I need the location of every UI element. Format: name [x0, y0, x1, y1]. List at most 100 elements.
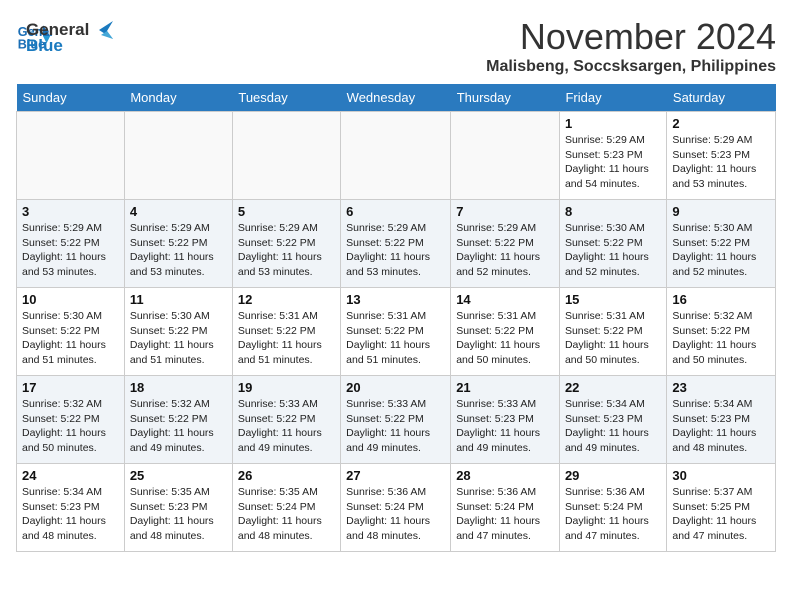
calendar-cell — [341, 112, 451, 200]
day-info: Sunrise: 5:32 AM Sunset: 5:22 PM Dayligh… — [672, 309, 770, 368]
day-info: Sunrise: 5:33 AM Sunset: 5:22 PM Dayligh… — [238, 397, 335, 456]
day-number: 24 — [22, 468, 119, 483]
day-number: 9 — [672, 204, 770, 219]
day-number: 23 — [672, 380, 770, 395]
day-info: Sunrise: 5:30 AM Sunset: 5:22 PM Dayligh… — [565, 221, 661, 280]
title-block: November 2024 Malisbeng, Soccsksargen, P… — [486, 16, 776, 76]
week-row-3: 10Sunrise: 5:30 AM Sunset: 5:22 PM Dayli… — [17, 288, 776, 376]
weekday-header-wednesday: Wednesday — [341, 84, 451, 112]
day-number: 22 — [565, 380, 661, 395]
calendar-cell: 1 Sunrise: 5:29 AM Sunset: 5:23 PM Daylig… — [559, 112, 666, 200]
day-number: 2 — [672, 116, 770, 131]
day-number: 21 — [456, 380, 554, 395]
calendar-table: SundayMondayTuesdayWednesdayThursdayFrid… — [16, 84, 776, 552]
day-info: Sunrise: 5:29 AM Sunset: 5:22 PM Dayligh… — [22, 221, 119, 280]
calendar-cell: 18 Sunrise: 5:32 AM Sunset: 5:22 PM Dayli… — [124, 376, 232, 464]
day-info: Sunrise: 5:33 AM Sunset: 5:22 PM Dayligh… — [346, 397, 445, 456]
day-number: 3 — [22, 204, 119, 219]
calendar-cell: 6 Sunrise: 5:29 AM Sunset: 5:22 PM Daylig… — [341, 200, 451, 288]
day-info: Sunrise: 5:30 AM Sunset: 5:22 PM Dayligh… — [130, 309, 227, 368]
day-number: 16 — [672, 292, 770, 307]
day-number: 12 — [238, 292, 335, 307]
page-header: General Blue General Blue November 2024 … — [16, 16, 776, 76]
calendar-cell: 8 Sunrise: 5:30 AM Sunset: 5:22 PM Daylig… — [559, 200, 666, 288]
month-title: November 2024 — [486, 16, 776, 58]
calendar-cell: 2 Sunrise: 5:29 AM Sunset: 5:23 PM Daylig… — [667, 112, 776, 200]
day-number: 30 — [672, 468, 770, 483]
weekday-header-saturday: Saturday — [667, 84, 776, 112]
calendar-cell: 24 Sunrise: 5:34 AM Sunset: 5:23 PM Dayli… — [17, 464, 125, 552]
calendar-cell: 5Sunrise: 5:29 AM Sunset: 5:22 PM Daylig… — [232, 200, 340, 288]
calendar-cell — [232, 112, 340, 200]
day-info: Sunrise: 5:34 AM Sunset: 5:23 PM Dayligh… — [565, 397, 661, 456]
calendar-cell: 28 Sunrise: 5:36 AM Sunset: 5:24 PM Dayli… — [451, 464, 560, 552]
day-info: Sunrise: 5:35 AM Sunset: 5:23 PM Dayligh… — [130, 485, 227, 544]
day-info: Sunrise: 5:36 AM Sunset: 5:24 PM Dayligh… — [565, 485, 661, 544]
calendar-cell: 29 Sunrise: 5:36 AM Sunset: 5:24 PM Dayli… — [559, 464, 666, 552]
weekday-header-thursday: Thursday — [451, 84, 560, 112]
day-info: Sunrise: 5:36 AM Sunset: 5:24 PM Dayligh… — [346, 485, 445, 544]
day-info: Sunrise: 5:31 AM Sunset: 5:22 PM Dayligh… — [456, 309, 554, 368]
location-title: Malisbeng, Soccsksargen, Philippines — [486, 58, 776, 76]
calendar-cell: 9Sunrise: 5:30 AM Sunset: 5:22 PM Daylig… — [667, 200, 776, 288]
week-row-1: 1 Sunrise: 5:29 AM Sunset: 5:23 PM Daylig… — [17, 112, 776, 200]
weekday-header-sunday: Sunday — [17, 84, 125, 112]
day-info: Sunrise: 5:35 AM Sunset: 5:24 PM Dayligh… — [238, 485, 335, 544]
day-number: 28 — [456, 468, 554, 483]
day-number: 25 — [130, 468, 227, 483]
day-number: 8 — [565, 204, 661, 219]
day-info: Sunrise: 5:33 AM Sunset: 5:23 PM Dayligh… — [456, 397, 554, 456]
calendar-cell: 23 Sunrise: 5:34 AM Sunset: 5:23 PM Dayli… — [667, 376, 776, 464]
day-number: 4 — [130, 204, 227, 219]
week-row-2: 3 Sunrise: 5:29 AM Sunset: 5:22 PM Daylig… — [17, 200, 776, 288]
week-row-5: 24 Sunrise: 5:34 AM Sunset: 5:23 PM Dayli… — [17, 464, 776, 552]
calendar-cell: 19 Sunrise: 5:33 AM Sunset: 5:22 PM Dayli… — [232, 376, 340, 464]
day-number: 7 — [456, 204, 554, 219]
logo: General Blue General Blue — [16, 16, 113, 56]
calendar-cell: 13Sunrise: 5:31 AM Sunset: 5:22 PM Dayli… — [341, 288, 451, 376]
day-info: Sunrise: 5:32 AM Sunset: 5:22 PM Dayligh… — [22, 397, 119, 456]
weekday-header-monday: Monday — [124, 84, 232, 112]
day-number: 13 — [346, 292, 445, 307]
weekday-header-row: SundayMondayTuesdayWednesdayThursdayFrid… — [17, 84, 776, 112]
day-info: Sunrise: 5:31 AM Sunset: 5:22 PM Dayligh… — [565, 309, 661, 368]
calendar-cell: 16 Sunrise: 5:32 AM Sunset: 5:22 PM Dayli… — [667, 288, 776, 376]
day-info: Sunrise: 5:29 AM Sunset: 5:22 PM Dayligh… — [456, 221, 554, 280]
day-number: 1 — [565, 116, 661, 131]
day-info: Sunrise: 5:29 AM Sunset: 5:22 PM Dayligh… — [346, 221, 445, 280]
day-number: 19 — [238, 380, 335, 395]
day-info: Sunrise: 5:29 AM Sunset: 5:23 PM Dayligh… — [565, 133, 661, 192]
day-info: Sunrise: 5:31 AM Sunset: 5:22 PM Dayligh… — [238, 309, 335, 368]
day-info: Sunrise: 5:37 AM Sunset: 5:25 PM Dayligh… — [672, 485, 770, 544]
calendar-cell: 14 Sunrise: 5:31 AM Sunset: 5:22 PM Dayli… — [451, 288, 560, 376]
day-info: Sunrise: 5:29 AM Sunset: 5:23 PM Dayligh… — [672, 133, 770, 192]
day-number: 26 — [238, 468, 335, 483]
day-number: 27 — [346, 468, 445, 483]
logo-blue: Blue — [26, 36, 113, 56]
day-info: Sunrise: 5:34 AM Sunset: 5:23 PM Dayligh… — [672, 397, 770, 456]
day-number: 18 — [130, 380, 227, 395]
day-number: 14 — [456, 292, 554, 307]
day-number: 5 — [238, 204, 335, 219]
day-info: Sunrise: 5:36 AM Sunset: 5:24 PM Dayligh… — [456, 485, 554, 544]
calendar-cell: 11Sunrise: 5:30 AM Sunset: 5:22 PM Dayli… — [124, 288, 232, 376]
calendar-cell: 17Sunrise: 5:32 AM Sunset: 5:22 PM Dayli… — [17, 376, 125, 464]
calendar-cell: 3 Sunrise: 5:29 AM Sunset: 5:22 PM Daylig… — [17, 200, 125, 288]
calendar-cell — [124, 112, 232, 200]
day-number: 29 — [565, 468, 661, 483]
calendar-cell: 21 Sunrise: 5:33 AM Sunset: 5:23 PM Dayli… — [451, 376, 560, 464]
calendar-cell: 27 Sunrise: 5:36 AM Sunset: 5:24 PM Dayli… — [341, 464, 451, 552]
calendar-cell: 10Sunrise: 5:30 AM Sunset: 5:22 PM Dayli… — [17, 288, 125, 376]
calendar-cell: 22 Sunrise: 5:34 AM Sunset: 5:23 PM Dayli… — [559, 376, 666, 464]
weekday-header-tuesday: Tuesday — [232, 84, 340, 112]
calendar-cell: 15 Sunrise: 5:31 AM Sunset: 5:22 PM Dayli… — [559, 288, 666, 376]
day-info: Sunrise: 5:32 AM Sunset: 5:22 PM Dayligh… — [130, 397, 227, 456]
day-info: Sunrise: 5:30 AM Sunset: 5:22 PM Dayligh… — [22, 309, 119, 368]
day-info: Sunrise: 5:29 AM Sunset: 5:22 PM Dayligh… — [130, 221, 227, 280]
day-info: Sunrise: 5:34 AM Sunset: 5:23 PM Dayligh… — [22, 485, 119, 544]
calendar-cell: 26 Sunrise: 5:35 AM Sunset: 5:24 PM Dayli… — [232, 464, 340, 552]
week-row-4: 17Sunrise: 5:32 AM Sunset: 5:22 PM Dayli… — [17, 376, 776, 464]
day-number: 15 — [565, 292, 661, 307]
calendar-cell: 30 Sunrise: 5:37 AM Sunset: 5:25 PM Dayli… — [667, 464, 776, 552]
day-number: 6 — [346, 204, 445, 219]
